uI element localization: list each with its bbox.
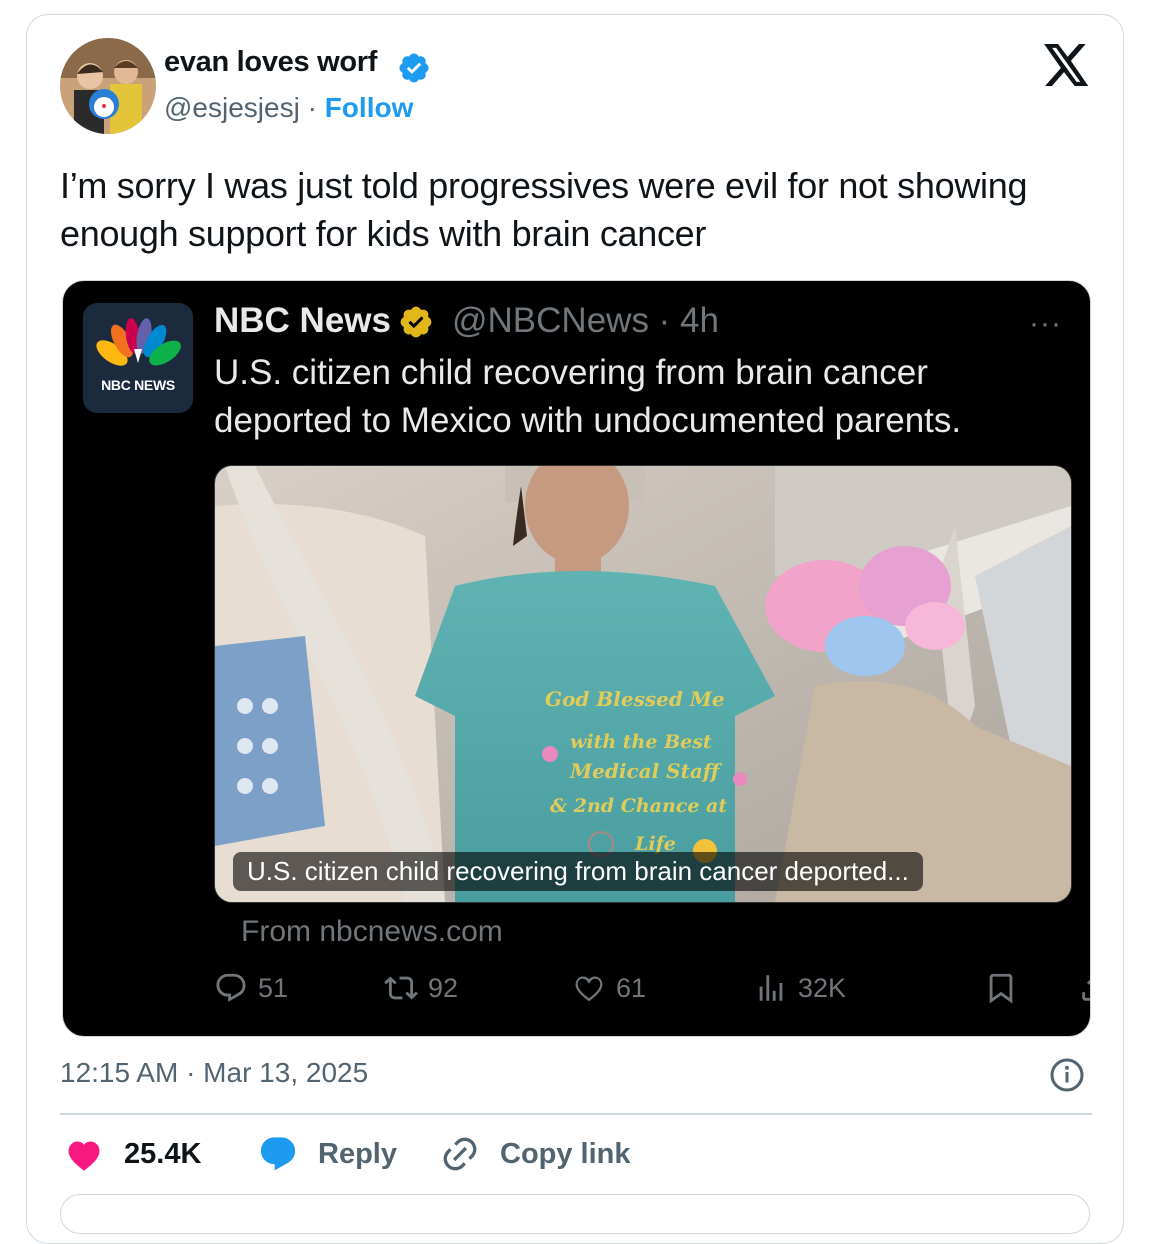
reply-count: 51 xyxy=(258,972,289,1003)
shirt-text-line: Medical Staff xyxy=(569,759,723,783)
reply-label: Reply xyxy=(318,1137,397,1170)
author-handle-row: @esjesjesj · Follow xyxy=(164,92,413,124)
tweet-action-bar: 25.4K Reply Copy link xyxy=(60,1134,1090,1180)
reply-action[interactable]: 51 xyxy=(214,971,288,1005)
nbc-peacock-icon xyxy=(96,318,181,366)
share-action[interactable] xyxy=(1078,971,1090,1005)
heart-icon xyxy=(68,1141,100,1171)
quoted-text: U.S. citizen child recovering from brain… xyxy=(214,353,962,440)
verified-badge-icon xyxy=(399,53,429,83)
link-source[interactable]: From nbcnews.com xyxy=(241,915,503,949)
info-icon[interactable] xyxy=(1049,1057,1085,1093)
views-icon xyxy=(759,975,783,1001)
separator: · xyxy=(299,92,325,123)
quoted-action-bar: 51 92 61 32K xyxy=(214,971,1090,1015)
author-name[interactable]: evan loves worf xyxy=(164,46,377,79)
quoted-tweet[interactable]: NBC NEWS NBC News @NBCNews · 4h ··· U.S.… xyxy=(62,280,1091,1037)
media-caption: U.S. citizen child recovering from brain… xyxy=(233,852,923,891)
quoted-author-name[interactable]: NBC News xyxy=(214,301,391,341)
reply-icon xyxy=(216,973,246,1002)
divider xyxy=(60,1113,1092,1115)
views-action[interactable]: 32K xyxy=(754,971,846,1005)
like-count: 61 xyxy=(616,972,647,1003)
repost-count: 92 xyxy=(428,972,459,1003)
shirt-text-line: with the Best xyxy=(570,731,712,753)
shirt-text-line: & 2nd Chance at xyxy=(550,795,727,817)
reply-button[interactable]: Reply xyxy=(258,1134,397,1174)
read-replies-button[interactable] xyxy=(60,1194,1090,1234)
repost-icon xyxy=(384,976,418,1000)
chat-bubble-icon xyxy=(260,1137,296,1171)
follow-button[interactable]: Follow xyxy=(325,92,414,123)
quoted-media[interactable]: God Blessed Me with the Best Medical Sta… xyxy=(214,465,1072,903)
verified-gold-badge-icon xyxy=(400,306,432,338)
share-icon xyxy=(1082,979,1090,1001)
copy-link-label: Copy link xyxy=(500,1137,631,1170)
link-icon xyxy=(443,1137,477,1171)
views-count: 32K xyxy=(798,972,847,1003)
author-handle[interactable]: @esjesjesj xyxy=(164,92,300,123)
tweet-text: I’m sorry I was just told progressives w… xyxy=(60,165,1028,254)
x-logo-icon[interactable] xyxy=(1044,44,1090,86)
like-count: 25.4K xyxy=(124,1137,202,1170)
like-action[interactable]: 61 xyxy=(572,971,646,1005)
bookmark-action[interactable] xyxy=(984,971,1028,1005)
nbc-avatar-label: NBC NEWS xyxy=(101,377,175,393)
hospital-photo: God Blessed Me with the Best Medical Sta… xyxy=(215,466,1071,902)
like-icon xyxy=(575,976,603,1002)
nbc-avatar[interactable]: NBC NEWS xyxy=(83,303,193,413)
repost-action[interactable]: 92 xyxy=(384,971,458,1005)
bookmark-icon xyxy=(989,973,1013,1004)
copy-link-button[interactable]: Copy link xyxy=(440,1134,631,1174)
shirt-text-line: God Blessed Me xyxy=(545,687,725,711)
more-icon[interactable]: ··· xyxy=(1029,307,1062,341)
author-avatar[interactable] xyxy=(60,38,156,134)
tweet-timestamp[interactable]: 12:15 AM · Mar 13, 2025 xyxy=(60,1057,368,1089)
quoted-handle-time[interactable]: @NBCNews · 4h xyxy=(452,301,719,341)
like-button[interactable]: 25.4K xyxy=(64,1134,201,1174)
